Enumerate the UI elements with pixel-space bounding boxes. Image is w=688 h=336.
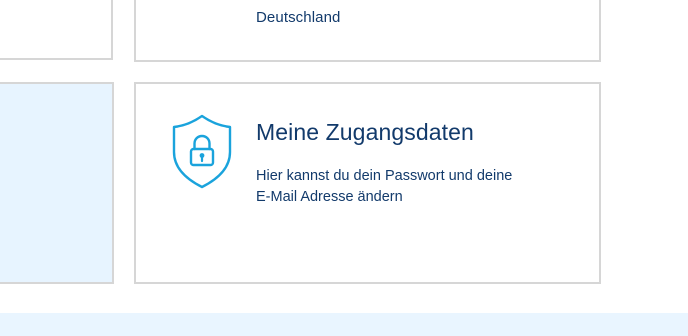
shield-lock-icon xyxy=(170,113,234,191)
credentials-card[interactable]: Meine Zugangsdaten Hier kannst du dein P… xyxy=(134,82,601,284)
credentials-card-description: Hier kannst du dein Passwort und deine E… xyxy=(256,166,556,208)
credentials-card-title: Meine Zugangsdaten xyxy=(256,119,474,145)
card-left-partial[interactable] xyxy=(0,0,113,60)
address-country: Deutschland xyxy=(256,9,341,26)
credentials-card-description-line2: E-Mail Adresse ändern xyxy=(256,189,403,205)
card-left-highlighted[interactable] xyxy=(0,82,114,284)
bottom-section-band xyxy=(0,313,688,336)
credentials-card-description-line1: Hier kannst du dein Passwort und deine xyxy=(256,168,513,184)
address-card[interactable]: Deutschland xyxy=(134,0,601,62)
account-overview-page: Deutschland Meine Zugangsdaten Hier kann… xyxy=(0,0,688,336)
